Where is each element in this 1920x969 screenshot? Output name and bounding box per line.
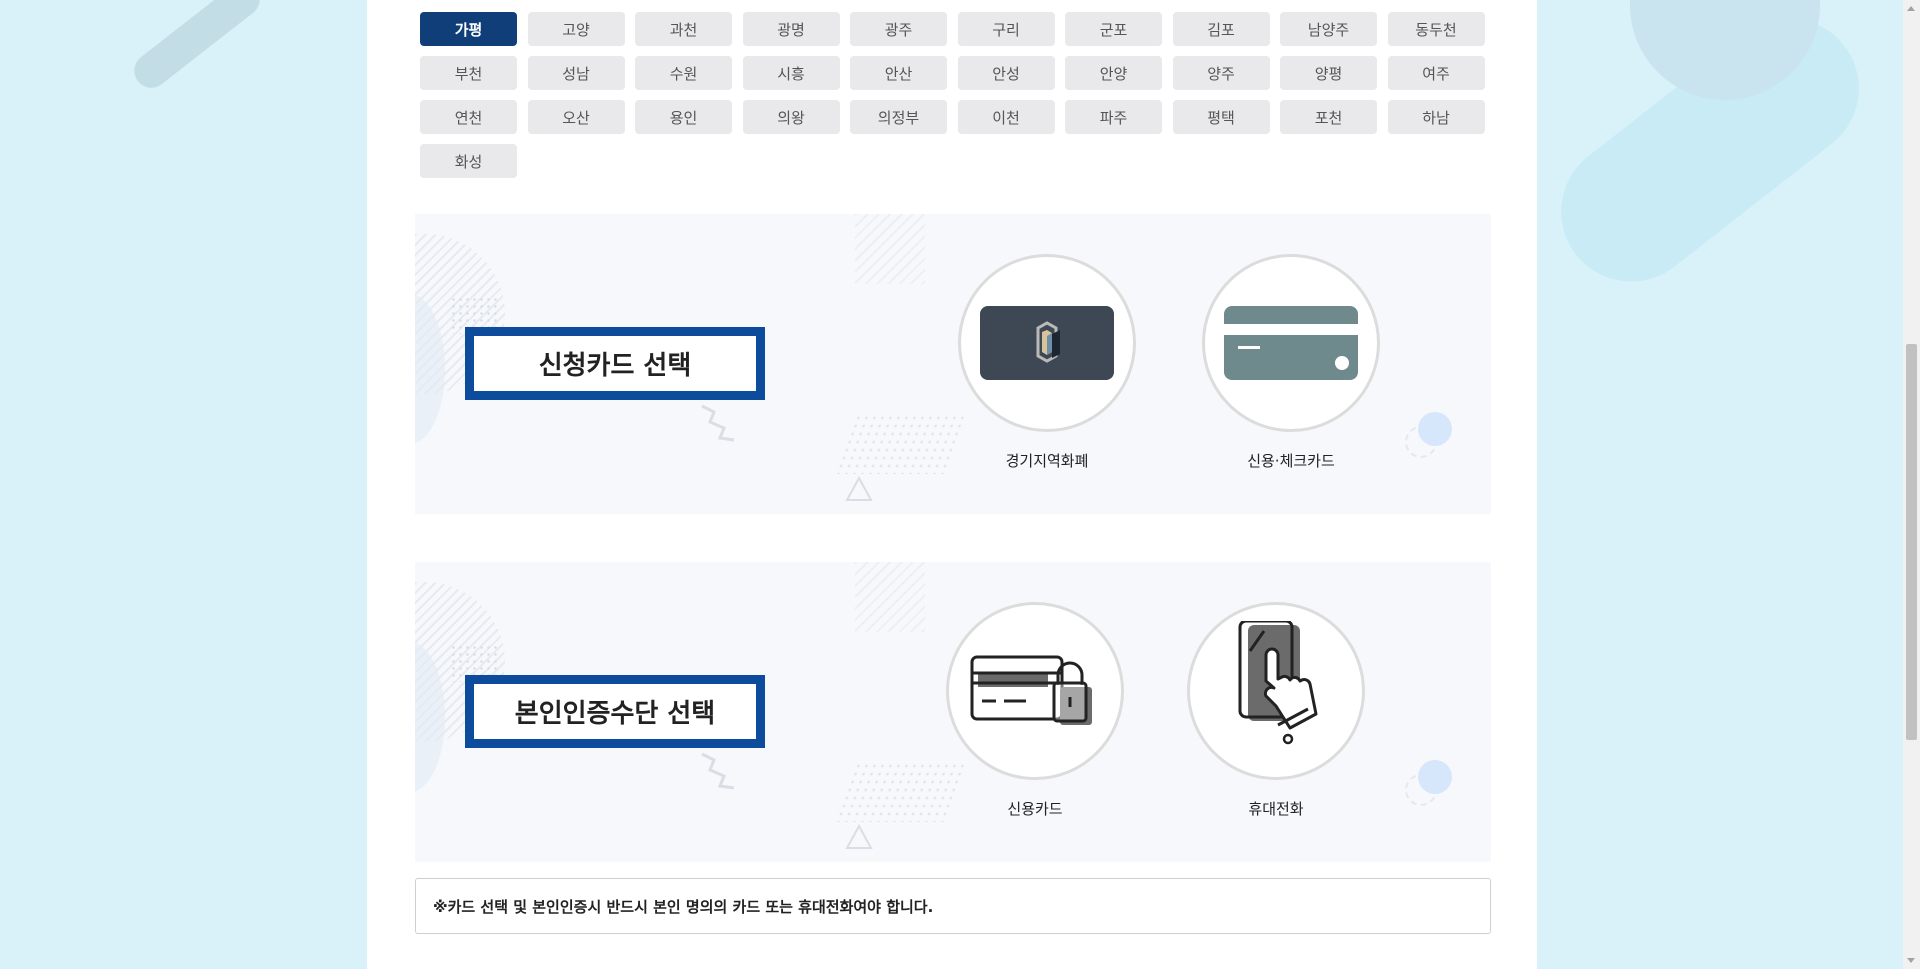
decoration bbox=[834, 414, 966, 474]
region-button[interactable]: 안산 bbox=[850, 56, 947, 90]
background-decoration bbox=[1630, 0, 1820, 100]
option-local-currency[interactable]: 경기지역화폐 bbox=[957, 254, 1137, 471]
decoration bbox=[855, 214, 925, 284]
decoration bbox=[855, 562, 925, 632]
option-circle bbox=[1202, 254, 1380, 432]
option-mobile-phone-auth[interactable]: 휴대전화 bbox=[1186, 602, 1366, 819]
card-section-title: 신청카드 선택 bbox=[465, 327, 765, 400]
region-selector: 가평 고양 과천 광명 광주 구리 군포 김포 남양주 동두천부천 성남 수원 시흥 안산 안성 안양 양주 양평… bbox=[420, 12, 1485, 178]
credit-card-lock-icon bbox=[970, 655, 1092, 725]
region-button[interactable]: 오산 bbox=[527, 100, 625, 134]
region-button[interactable]: 포천 bbox=[1280, 100, 1377, 134]
region-button[interactable]: 안성 bbox=[957, 56, 1055, 90]
vertical-scrollbar[interactable] bbox=[1903, 0, 1920, 969]
region-button[interactable]: 동두천 bbox=[1387, 12, 1485, 46]
region-button[interactable]: 고양 bbox=[527, 12, 625, 46]
local-currency-card-icon bbox=[980, 306, 1114, 380]
option-label: 경기지역화폐 bbox=[1005, 452, 1089, 470]
zigzag-decoration bbox=[701, 404, 735, 442]
region-button[interactable]: 여주 bbox=[1387, 56, 1485, 90]
region-button[interactable]: 하남 bbox=[1387, 100, 1485, 134]
region-button[interactable]: 의왕 bbox=[742, 100, 840, 134]
auth-method-section: 본인인증수단 선택 신용카드 휴대전화 bbox=[415, 562, 1491, 862]
region-button[interactable]: 시흥 bbox=[742, 56, 840, 90]
scroll-down-arrow-icon[interactable] bbox=[1907, 958, 1915, 963]
background-decoration bbox=[127, 0, 267, 95]
zigzag-decoration bbox=[701, 752, 735, 790]
background-decoration bbox=[1532, 0, 1888, 310]
region-button[interactable]: 김포 bbox=[1172, 12, 1270, 46]
region-button[interactable]: 양주 bbox=[1172, 56, 1270, 90]
decoration bbox=[1418, 760, 1452, 794]
region-button[interactable]: 안양 bbox=[1065, 56, 1162, 90]
option-credit-card-auth[interactable]: 신용카드 bbox=[945, 602, 1125, 819]
region-button[interactable]: 구리 bbox=[957, 12, 1055, 46]
credit-check-card-icon bbox=[1224, 306, 1358, 380]
option-credit-check-card[interactable]: 신용·체크카드 bbox=[1201, 254, 1381, 471]
region-button[interactable]: 군포 bbox=[1065, 12, 1162, 46]
mobile-phone-touch-icon bbox=[1238, 621, 1318, 745]
region-button[interactable]: 화성 bbox=[420, 144, 517, 178]
option-circle bbox=[1187, 602, 1365, 780]
region-button[interactable]: 양평 bbox=[1280, 56, 1377, 90]
option-label: 신용카드 bbox=[1007, 800, 1063, 818]
scroll-up-arrow-icon[interactable] bbox=[1907, 6, 1915, 11]
region-button[interactable]: 광명 bbox=[742, 12, 840, 46]
decoration bbox=[1418, 412, 1452, 446]
option-label: 휴대전화 bbox=[1248, 800, 1304, 818]
region-button[interactable]: 용인 bbox=[635, 100, 732, 134]
notice-text: ※카드 선택 및 본인인증시 반드시 본인 명의의 카드 또는 휴대전화여야 합… bbox=[415, 878, 1491, 934]
triangle-decoration bbox=[845, 824, 873, 849]
region-button[interactable]: 부천 bbox=[420, 56, 517, 90]
region-button[interactable]: 남양주 bbox=[1280, 12, 1377, 46]
region-button[interactable]: 평택 bbox=[1172, 100, 1270, 134]
region-button[interactable]: 파주 bbox=[1065, 100, 1162, 134]
main-content: 가평 고양 과천 광명 광주 구리 군포 김포 남양주 동두천부천 성남 수원 시흥 안산 안성 안양 양주 양평… bbox=[367, 0, 1537, 969]
region-button[interactable]: 수원 bbox=[635, 56, 732, 90]
region-button[interactable]: 광주 bbox=[850, 12, 947, 46]
region-button[interactable]: 성남 bbox=[527, 56, 625, 90]
region-button[interactable]: 가평 bbox=[420, 12, 517, 46]
option-circle bbox=[946, 602, 1124, 780]
auth-section-title: 본인인증수단 선택 bbox=[465, 675, 765, 748]
region-button[interactable]: 이천 bbox=[957, 100, 1055, 134]
option-circle bbox=[958, 254, 1136, 432]
option-label: 신용·체크카드 bbox=[1247, 452, 1335, 470]
scrollbar-thumb[interactable] bbox=[1906, 344, 1917, 740]
region-button[interactable]: 과천 bbox=[635, 12, 732, 46]
card-selection-section: 신청카드 선택 경기지역화폐 신용·체크카드 bbox=[415, 214, 1491, 514]
region-button[interactable]: 연천 bbox=[420, 100, 517, 134]
region-button[interactable]: 의정부 bbox=[850, 100, 947, 134]
triangle-decoration bbox=[845, 476, 873, 501]
